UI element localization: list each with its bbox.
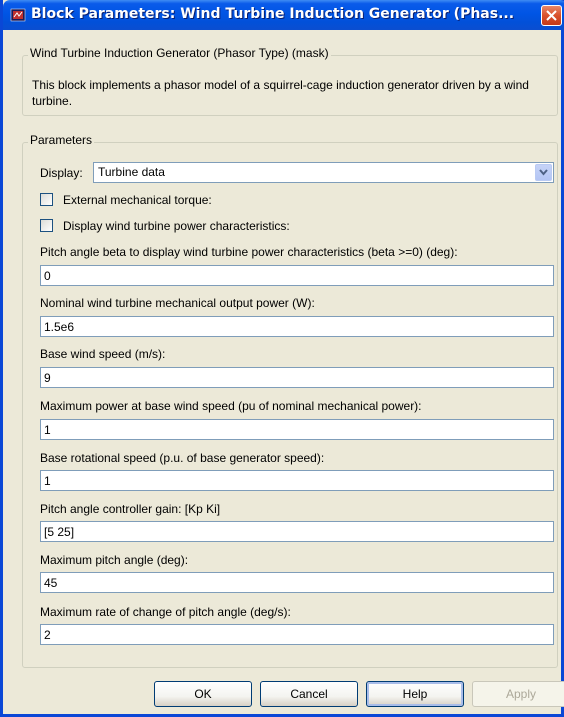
pitch-angle-beta-value: 0 (44, 269, 51, 283)
parameters-legend: Parameters (28, 133, 95, 147)
max-power-label: Maximum power at base wind speed (pu of … (40, 399, 422, 413)
close-button[interactable] (541, 5, 562, 26)
title-bar[interactable]: Block Parameters: Wind Turbine Induction… (3, 0, 564, 30)
base-rotational-speed-value: 1 (44, 474, 51, 488)
pitch-controller-gain-label: Pitch angle controller gain: [Kp Ki] (40, 502, 221, 516)
simulink-block-icon (10, 8, 26, 22)
base-rotational-speed-label: Base rotational speed (p.u. of base gene… (40, 451, 325, 465)
dropdown-button[interactable] (535, 164, 552, 181)
window-title: Block Parameters: Wind Turbine Induction… (31, 6, 515, 22)
display-select-value: Turbine data (98, 165, 165, 179)
apply-button[interactable]: Apply (472, 681, 564, 707)
display-power-characteristics-checkbox[interactable] (40, 219, 53, 232)
pitch-controller-gain-input[interactable]: [5 25] (40, 521, 554, 542)
display-label: Display: (40, 166, 83, 180)
display-select[interactable]: Turbine data (93, 162, 554, 183)
nominal-power-label: Nominal wind turbine mechanical output p… (40, 296, 315, 310)
base-wind-speed-label: Base wind speed (m/s): (40, 347, 166, 361)
nominal-power-input[interactable]: 1.5e6 (40, 316, 554, 337)
external-torque-label: External mechanical torque: (63, 193, 212, 207)
pitch-angle-beta-label: Pitch angle beta to display wind turbine… (40, 245, 458, 259)
base-wind-speed-input[interactable]: 9 (40, 367, 554, 388)
display-power-characteristics-label: Display wind turbine power characteristi… (63, 219, 290, 233)
max-pitch-rate-value: 2 (44, 628, 51, 642)
mask-legend: Wind Turbine Induction Generator (Phasor… (28, 46, 331, 60)
ok-button[interactable]: OK (154, 681, 252, 707)
max-pitch-angle-label: Maximum pitch angle (deg): (40, 553, 189, 567)
pitch-controller-gain-value: [5 25] (44, 525, 75, 539)
max-pitch-angle-input[interactable]: 45 (40, 572, 554, 593)
max-pitch-rate-input[interactable]: 2 (40, 624, 554, 645)
base-wind-speed-value: 9 (44, 371, 51, 385)
max-power-value: 1 (44, 423, 51, 437)
external-torque-checkbox[interactable] (40, 193, 53, 206)
block-parameters-dialog: Block Parameters: Wind Turbine Induction… (0, 0, 564, 717)
nominal-power-value: 1.5e6 (44, 320, 75, 334)
max-pitch-rate-label: Maximum rate of change of pitch angle (d… (40, 605, 291, 619)
close-icon (546, 10, 557, 21)
base-rotational-speed-input[interactable]: 1 (40, 470, 554, 491)
cancel-button[interactable]: Cancel (260, 681, 358, 707)
max-pitch-angle-value: 45 (44, 576, 58, 590)
mask-description: This block implements a phasor model of … (32, 78, 529, 108)
help-button[interactable]: Help (366, 681, 464, 707)
chevron-down-icon (539, 169, 548, 176)
max-power-input[interactable]: 1 (40, 419, 554, 440)
pitch-angle-beta-input[interactable]: 0 (40, 265, 554, 286)
